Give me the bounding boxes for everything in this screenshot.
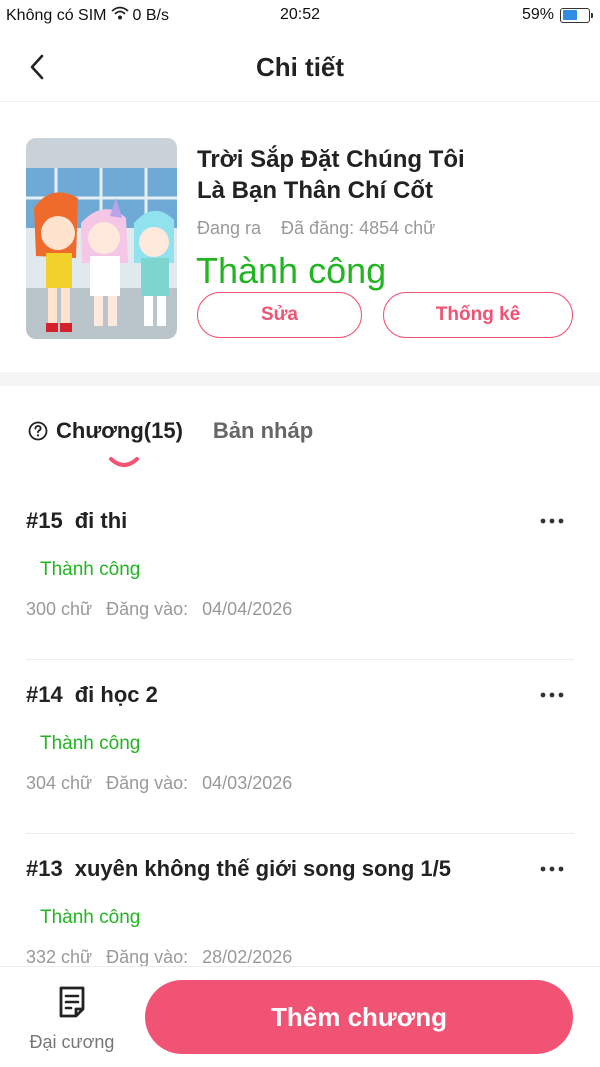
chapter-item[interactable]: #14 đi học 2 Thành công 304 chữ Đăng vào:… — [26, 660, 574, 834]
bottom-bar: Đại cương Thêm chương — [0, 966, 600, 1067]
more-horizontal-icon — [540, 518, 564, 524]
battery-percent: 59% — [521, 6, 554, 23]
chapter-posted-label: Đăng vào: — [106, 947, 189, 967]
stats-button[interactable]: Thống kê — [383, 292, 573, 338]
document-icon — [59, 986, 85, 1018]
book-title-line2: Là Bạn Thân Chí Cốt — [197, 177, 433, 204]
battery-fill — [562, 10, 578, 20]
chapter-name: xuyên không thế giới song song 1/5 — [74, 856, 451, 881]
tab-indicator — [109, 457, 139, 467]
chapter-posted-label: Đăng vào: — [106, 773, 189, 793]
book-cover[interactable] — [26, 138, 177, 339]
chapter-number: #13 — [26, 856, 63, 881]
book-state: Đang ra — [197, 218, 262, 238]
page-title: Chi tiết — [255, 52, 345, 82]
more-options-button[interactable] — [532, 508, 572, 534]
book-word-count: Đã đăng: 4854 chữ — [281, 218, 436, 238]
more-horizontal-icon — [540, 692, 564, 698]
chapter-meta: 300 chữ Đăng vào: 04/04/2026 — [26, 599, 292, 620]
more-options-button[interactable] — [532, 856, 572, 882]
book-meta: Đang ra Đã đăng: 4854 chữ — [197, 218, 435, 239]
more-options-button[interactable] — [532, 682, 572, 708]
tab-chapters[interactable]: Chương(15) — [28, 418, 183, 444]
chapter-meta: 304 chữ Đăng vào: 04/03/2026 — [26, 773, 292, 794]
outline-label: Đại cương — [29, 1032, 115, 1052]
book-card: Trời Sắp Đặt Chúng Tôi Là Bạn Thân Chí C… — [0, 102, 600, 372]
chapter-list: #15 đi thi Thành công 300 chữ Đăng vào: 0… — [0, 486, 600, 1008]
chapter-title: #13 xuyên không thế giới song song 1/5 — [26, 856, 451, 882]
outline-button[interactable]: Đại cương — [20, 985, 124, 1053]
more-horizontal-icon — [540, 866, 564, 872]
tab-chapters-label: Chương(15) — [56, 418, 183, 443]
chapter-status: Thành công — [40, 733, 141, 754]
chapter-name: đi thi — [74, 508, 128, 533]
chapter-tabs: Chương(15) Bản nháp — [28, 418, 313, 444]
chapter-title: #14 đi học 2 — [26, 682, 158, 708]
chapter-title: #15 đi thi — [26, 508, 127, 534]
tab-drafts[interactable]: Bản nháp — [213, 418, 313, 444]
chapter-posted-label: Đăng vào: — [106, 599, 189, 619]
chapter-word-count: 304 chữ — [26, 773, 93, 793]
chapter-status: Thành công — [40, 559, 141, 580]
book-status: Thành công — [196, 250, 387, 291]
status-bar: Không có SIM 0 B/s 20:52 59% — [0, 0, 600, 32]
chapter-meta: 332 chữ Đăng vào: 28/02/2026 — [26, 947, 292, 968]
book-title: Trời Sắp Đặt Chúng Tôi Là Bạn Thân Chí C… — [197, 144, 577, 206]
help-icon[interactable] — [28, 421, 48, 441]
tab-drafts-label: Bản nháp — [212, 418, 314, 443]
section-divider — [0, 372, 600, 386]
chapter-word-count: 332 chữ — [26, 947, 93, 967]
battery-icon — [560, 7, 593, 23]
chapter-number: #15 — [26, 508, 63, 533]
chapter-status: Thành công — [40, 907, 141, 928]
status-right: 59% — [521, 6, 593, 24]
book-title-line1: Trời Sắp Đặt Chúng Tôi — [197, 146, 465, 173]
chapter-date: 04/04/2026 — [202, 599, 293, 619]
edit-button[interactable]: Sửa — [197, 292, 362, 338]
cover-image — [26, 138, 177, 339]
chapter-item[interactable]: #15 đi thi Thành công 300 chữ Đăng vào: 0… — [26, 486, 574, 660]
chapter-name: đi học 2 — [74, 682, 158, 707]
chapter-date: 04/03/2026 — [202, 773, 293, 793]
header: Chi tiết — [0, 32, 600, 102]
chapter-number: #14 — [26, 682, 63, 707]
chapter-word-count: 300 chữ — [26, 599, 93, 619]
status-time: 20:52 — [279, 6, 321, 23]
add-chapter-button[interactable]: Thêm chương — [145, 980, 573, 1054]
chapter-date: 28/02/2026 — [202, 947, 293, 967]
